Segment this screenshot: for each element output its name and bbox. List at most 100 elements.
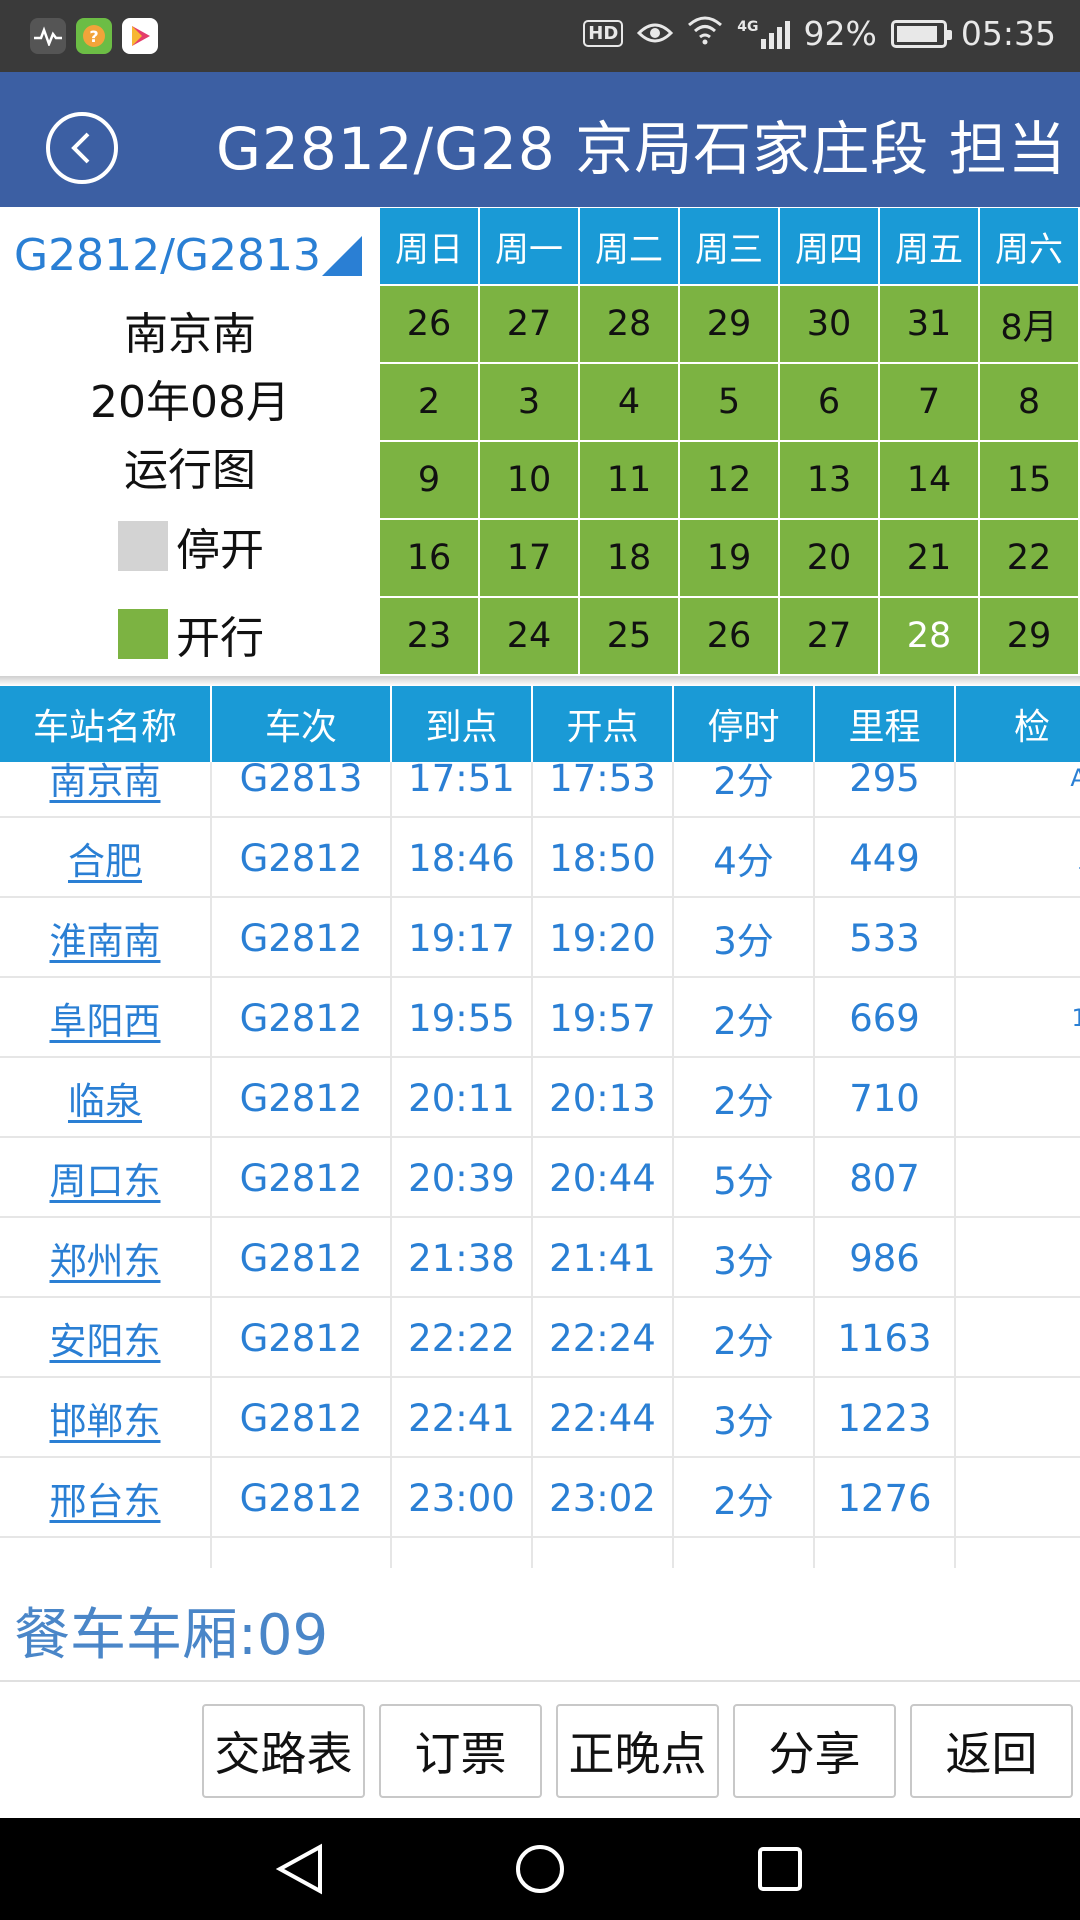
calendar-day[interactable]: 23 [380,598,480,674]
col-arrive: 到点 [392,686,533,762]
calendar-day[interactable]: 24 [480,598,580,674]
mileage: 710 [815,1058,956,1138]
station-name-link[interactable]: 临泉 [0,1058,212,1138]
page-title: G2812/G28 京局石家庄段 担当 [216,115,1067,183]
calendar-day[interactable]: 26 [680,598,780,674]
calendar-day[interactable]: 12 [680,442,780,518]
arrival-time: 20:39 [392,1138,533,1218]
calendar-month: 20年08月 [90,377,290,428]
dropdown-triangle-icon[interactable] [322,236,362,276]
station-name-link[interactable]: 周口东 [0,1138,212,1218]
train-number: G2812 [212,898,392,978]
calendar-day[interactable]: 30 [780,286,880,362]
calendar-day[interactable]: 9 [380,442,480,518]
nav-recents-icon[interactable] [750,1839,810,1899]
route-table-button[interactable]: 交路表 [202,1704,365,1798]
calendar-day[interactable]: 15 [980,442,1080,518]
calendar-day[interactable]: 17 [480,520,580,596]
calendar-day[interactable]: 11 [580,442,680,518]
calendar-day[interactable]: 10 [480,442,580,518]
calendar-day[interactable]: 27 [780,598,880,674]
calendar-info: G2812/G2813 南京南 20年08月 运行图 停开 开行 [0,208,380,678]
table-cell [815,1538,956,1568]
calendar-week: 26 27 28 29 30 31 8月 [380,284,1080,362]
departure-time: 18:50 [533,818,674,898]
calendar-day[interactable]: 25 [580,598,680,674]
departure-time: 23:02 [533,1458,674,1538]
weekday-sun: 周日 [380,208,480,284]
table-row[interactable]: 临泉 G2812 20:11 20:13 2分 710 [0,1058,1080,1138]
calendar-day[interactable]: 2 [380,364,480,440]
calendar-day[interactable]: 26 [380,286,480,362]
train-number: G2812 [212,1218,392,1298]
calendar-day[interactable]: 18 [580,520,680,596]
section-divider [0,676,1080,686]
calendar-day[interactable]: 20 [780,520,880,596]
calendar-day[interactable]: 4 [580,364,680,440]
calendar-day[interactable]: 27 [480,286,580,362]
weekday-header: 周日 周一 周二 周三 周四 周五 周六 [380,208,1080,284]
action-bar: 交路表 订票 正晚点 分享 返回 [202,1704,1073,1798]
legend-run-label: 开行 [176,613,264,664]
battery-icon [890,19,952,48]
station-name-link[interactable]: 邯郸东 [0,1378,212,1458]
table-row[interactable]: 安阳东 G2812 22:22 22:24 2分 1163 [0,1298,1080,1378]
table-row[interactable]: 邢台东 G2812 23:00 23:02 2分 1276 [0,1458,1080,1538]
calendar-week: 9 10 11 12 13 14 15 [380,440,1080,518]
table-row[interactable]: 合肥G281218:4618:504分449二 [0,818,1080,898]
calendar-day[interactable]: 29 [680,286,780,362]
back-button[interactable] [46,112,118,184]
weekday-wed: 周三 [680,208,780,284]
col-ticket-gate: 检 [956,686,1080,762]
status-bar: ? HD 4G 92% 05:35 [0,0,1080,72]
station-name-link[interactable]: 阜阳西 [0,978,212,1058]
calendar-day[interactable]: 7 [880,364,980,440]
run-calendar: 周日 周一 周二 周三 周四 周五 周六 26 27 28 29 30 31 8… [380,208,1080,675]
station-name-link[interactable]: 安阳东 [0,1298,212,1378]
calendar-day[interactable]: 22 [980,520,1080,596]
share-button[interactable]: 分享 [733,1704,896,1798]
calendar-day[interactable]: 14 [880,442,980,518]
on-time-status-button[interactable]: 正晚点 [556,1704,719,1798]
table-row[interactable]: 郑州东G281221:3821:413分9868 [0,1218,1080,1298]
train-selector[interactable]: G2812/G2813 [14,230,321,281]
station-name-link[interactable]: 邢台东 [0,1458,212,1538]
return-button[interactable]: 返回 [910,1704,1073,1798]
nav-home-icon[interactable] [510,1839,570,1899]
calendar-day[interactable]: 28 [580,286,680,362]
network-label: 4G [737,18,759,35]
nav-back-icon[interactable] [270,1839,330,1899]
calendar-day[interactable]: 29 [980,598,1080,674]
calendar-day[interactable]: 21 [880,520,980,596]
legend-run: 开行 [118,602,264,666]
calendar-day[interactable]: 6 [780,364,880,440]
calendar-day[interactable]: 19 [680,520,780,596]
station-name-link[interactable]: 淮南南 [0,898,212,978]
calendar-day[interactable]: 31 [880,286,980,362]
table-row[interactable]: 周口东 G2812 20:39 20:44 5分 807 [0,1138,1080,1218]
departure-time: 19:57 [533,978,674,1058]
train-number: G2812 [212,978,392,1058]
station-name-link[interactable]: 合肥 [0,818,212,898]
table-row[interactable]: 阜阳西G281219:5519:572分66912 [0,978,1080,1058]
train-number: G2812 [212,1138,392,1218]
eye-icon [637,14,674,53]
calendar-day[interactable]: 13 [780,442,880,518]
calendar-day[interactable]: 3 [480,364,580,440]
stop-duration: 2分 [674,1458,815,1538]
table-cell [392,1538,533,1568]
table-row[interactable]: 淮南南 G2812 19:17 19:20 3分 533 [0,898,1080,978]
calendar-day[interactable]: 8月 [980,286,1080,362]
svg-text:?: ? [89,27,98,46]
calendar-day[interactable]: 8 [980,364,1080,440]
arrival-time: 18:46 [392,818,533,898]
col-depart: 开点 [533,686,674,762]
calendar-day-today[interactable]: 28 [880,598,980,674]
weekday-mon: 周一 [480,208,580,284]
book-ticket-button[interactable]: 订票 [379,1704,542,1798]
table-row[interactable]: 邯郸东 G2812 22:41 22:44 3分 1223 [0,1378,1080,1458]
calendar-day[interactable]: 16 [380,520,480,596]
station-name-link[interactable]: 郑州东 [0,1218,212,1298]
schedule-table[interactable]: 车站名称 车次 到点 开点 停时 里程 检 南京南 G2813 17:51 17:53… [0,686,1080,1568]
calendar-day[interactable]: 5 [680,364,780,440]
